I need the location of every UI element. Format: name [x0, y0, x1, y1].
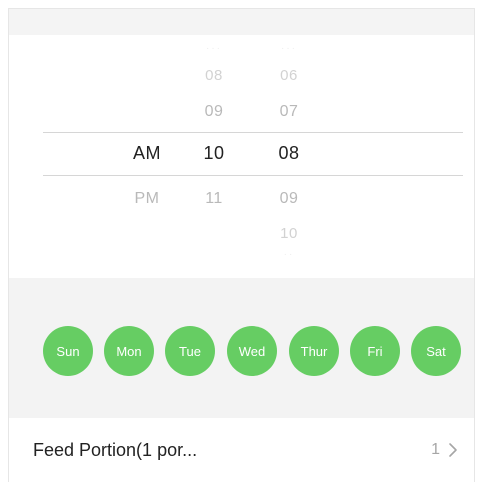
- day-toggle-sat[interactable]: Sat: [411, 326, 461, 376]
- minute-faint-top: ···: [281, 43, 297, 54]
- hour-selected[interactable]: 10: [184, 143, 244, 164]
- minute-faint-bottom: ··: [283, 249, 295, 260]
- ampm-wheel[interactable]: AM PM: [117, 35, 177, 278]
- minute-wheel[interactable]: ··· 06 07 08 09 10 ··: [259, 35, 319, 278]
- day-toggle-mon[interactable]: Mon: [104, 326, 154, 376]
- minute-option[interactable]: 09: [259, 190, 319, 208]
- day-toggle-wed[interactable]: Wed: [227, 326, 277, 376]
- picker-selection-line-bottom: [43, 175, 463, 176]
- feed-portion-label: Feed Portion(1 por...: [33, 440, 198, 460]
- ampm-option[interactable]: PM: [117, 190, 177, 208]
- picker-selection-line-top: [43, 132, 463, 133]
- day-toggle-fri[interactable]: Fri: [350, 326, 400, 376]
- feed-portion-row[interactable]: Feed Portion(1 por... 1: [9, 418, 474, 482]
- hour-option[interactable]: 11: [184, 190, 244, 208]
- day-toggle-sun[interactable]: Sun: [43, 326, 93, 376]
- day-toggle-thur[interactable]: Thur: [289, 326, 339, 376]
- feeding-schedule-screen: AM PM ··· 08 09 10 11 ··· 06 07 08 09 10…: [0, 0, 481, 488]
- chevron-right-icon: [449, 443, 457, 457]
- hour-faint-top: ···: [206, 43, 222, 54]
- day-toggle-tue[interactable]: Tue: [165, 326, 215, 376]
- hour-option[interactable]: 09: [184, 103, 244, 121]
- hour-option[interactable]: 08: [184, 67, 244, 84]
- minute-selected[interactable]: 08: [259, 143, 319, 164]
- time-picker[interactable]: AM PM ··· 08 09 10 11 ··· 06 07 08 09 10…: [9, 35, 474, 278]
- feed-portion-value: 1: [431, 441, 440, 458]
- minute-option[interactable]: 07: [259, 103, 319, 121]
- minute-option[interactable]: 10: [259, 225, 319, 242]
- repeat-days-section: Sun Mon Tue Wed Thur Fri Sat: [9, 278, 474, 418]
- ampm-selected[interactable]: AM: [117, 143, 177, 164]
- hour-wheel[interactable]: ··· 08 09 10 11: [184, 35, 244, 278]
- minute-option[interactable]: 06: [259, 67, 319, 84]
- top-strip: [9, 9, 474, 35]
- day-selector: Sun Mon Tue Wed Thur Fri Sat: [43, 326, 463, 376]
